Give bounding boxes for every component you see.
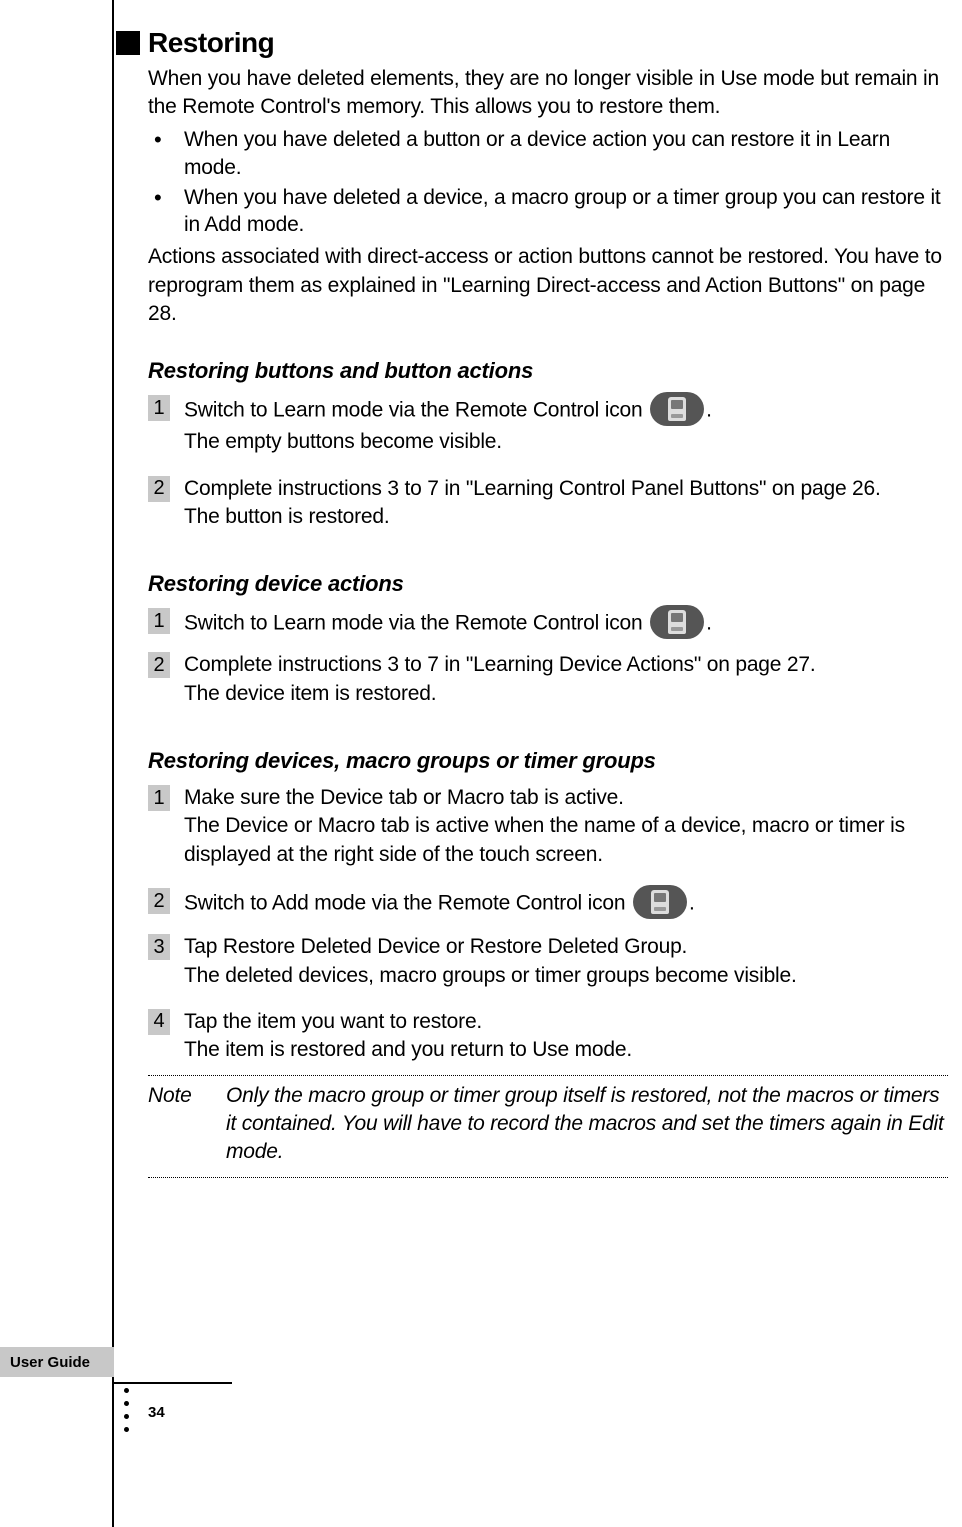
footer-tab: User Guide — [0, 1347, 114, 1377]
step-body: Switch to Learn mode via the Remote Cont… — [184, 607, 948, 641]
bullet-text: When you have deleted a device, a macro … — [184, 184, 948, 240]
page-content: Restoring When you have deleted elements… — [148, 27, 948, 1184]
subsection-heading: Restoring device actions — [148, 571, 948, 597]
numbered-step: 1 Switch to Learn mode via the Remote Co… — [148, 607, 948, 641]
footer-dots — [124, 1388, 129, 1432]
note-divider — [148, 1075, 948, 1076]
note-label: Note — [148, 1082, 226, 1110]
step-main-text: Complete instructions 3 to 7 in "Learnin… — [184, 653, 816, 676]
bullet-list: • When you have deleted a button or a de… — [148, 126, 948, 240]
step-main-text: Tap Restore Deleted Device or Restore De… — [184, 935, 687, 958]
step-body: Complete instructions 3 to 7 in "Learnin… — [184, 651, 948, 708]
step-number-badge: 1 — [148, 785, 170, 811]
numbered-step: 2 Complete instructions 3 to 7 in "Learn… — [148, 475, 948, 532]
remote-control-icon — [650, 392, 704, 426]
bullet-icon: • — [148, 126, 184, 155]
step-main-text: Make sure the Device tab or Macro tab is… — [184, 786, 624, 809]
step-main-text-post: . — [706, 612, 712, 635]
heading-bullet-square — [116, 31, 140, 55]
page-number: 34 — [148, 1404, 165, 1421]
step-sub-text: The Device or Macro tab is active when t… — [184, 814, 905, 865]
section-heading: Restoring — [148, 27, 274, 59]
subsection-heading: Restoring buttons and button actions — [148, 358, 948, 384]
step-number-badge: 2 — [148, 476, 170, 502]
step-number-badge: 2 — [148, 888, 170, 914]
numbered-step: 2 Switch to Add mode via the Remote Cont… — [148, 887, 948, 921]
numbered-step: 3 Tap Restore Deleted Device or Restore … — [148, 933, 948, 990]
numbered-step: 1 Make sure the Device tab or Macro tab … — [148, 784, 948, 869]
step-body: Tap Restore Deleted Device or Restore De… — [184, 933, 948, 990]
step-number-badge: 3 — [148, 934, 170, 960]
step-sub-text: The deleted devices, macro groups or tim… — [184, 964, 797, 987]
bullet-text: When you have deleted a button or a devi… — [184, 126, 948, 182]
intro-paragraph: When you have deleted elements, they are… — [148, 65, 948, 122]
step-sub-text: The button is restored. — [184, 505, 390, 528]
note-divider — [148, 1177, 948, 1178]
step-sub-text: The empty buttons become visible. — [184, 430, 502, 453]
numbered-step: 2 Complete instructions 3 to 7 in "Learn… — [148, 651, 948, 708]
step-main-text: Tap the item you want to restore. — [184, 1010, 482, 1033]
footer-rule — [112, 1382, 232, 1384]
step-number-badge: 4 — [148, 1009, 170, 1035]
step-sub-text: The item is restored and you return to U… — [184, 1038, 632, 1061]
bullet-icon: • — [148, 184, 184, 213]
step-number-badge: 2 — [148, 652, 170, 678]
remote-control-icon — [650, 605, 704, 639]
step-main-text-pre: Switch to Learn mode via the Remote Cont… — [184, 612, 648, 635]
step-main-text-pre: Switch to Learn mode via the Remote Cont… — [184, 399, 648, 422]
remote-control-icon — [633, 885, 687, 919]
step-body: Switch to Add mode via the Remote Contro… — [184, 887, 948, 921]
step-main-text-post: . — [706, 399, 712, 422]
heading-row: Restoring — [116, 27, 948, 59]
vertical-margin-rule — [112, 0, 114, 1527]
subsection-heading: Restoring devices, macro groups or timer… — [148, 748, 948, 774]
after-bullets-paragraph: Actions associated with direct-access or… — [148, 243, 948, 328]
step-body: Make sure the Device tab or Macro tab is… — [184, 784, 948, 869]
step-body: Complete instructions 3 to 7 in "Learnin… — [184, 475, 948, 532]
step-main-text-pre: Switch to Add mode via the Remote Contro… — [184, 892, 631, 915]
note-body: Only the macro group or timer group itse… — [226, 1082, 948, 1167]
step-main-text: Complete instructions 3 to 7 in "Learnin… — [184, 477, 881, 500]
step-main-text-post: . — [689, 892, 695, 915]
list-item: • When you have deleted a button or a de… — [148, 126, 948, 182]
step-sub-text: The device item is restored. — [184, 682, 436, 705]
list-item: • When you have deleted a device, a macr… — [148, 184, 948, 240]
step-body: Tap the item you want to restore. The it… — [184, 1008, 948, 1065]
step-body: Switch to Learn mode via the Remote Cont… — [184, 394, 948, 456]
note-block: Note Only the macro group or timer group… — [148, 1082, 948, 1167]
step-number-badge: 1 — [148, 608, 170, 634]
step-number-badge: 1 — [148, 395, 170, 421]
numbered-step: 4 Tap the item you want to restore. The … — [148, 1008, 948, 1065]
numbered-step: 1 Switch to Learn mode via the Remote Co… — [148, 394, 948, 456]
